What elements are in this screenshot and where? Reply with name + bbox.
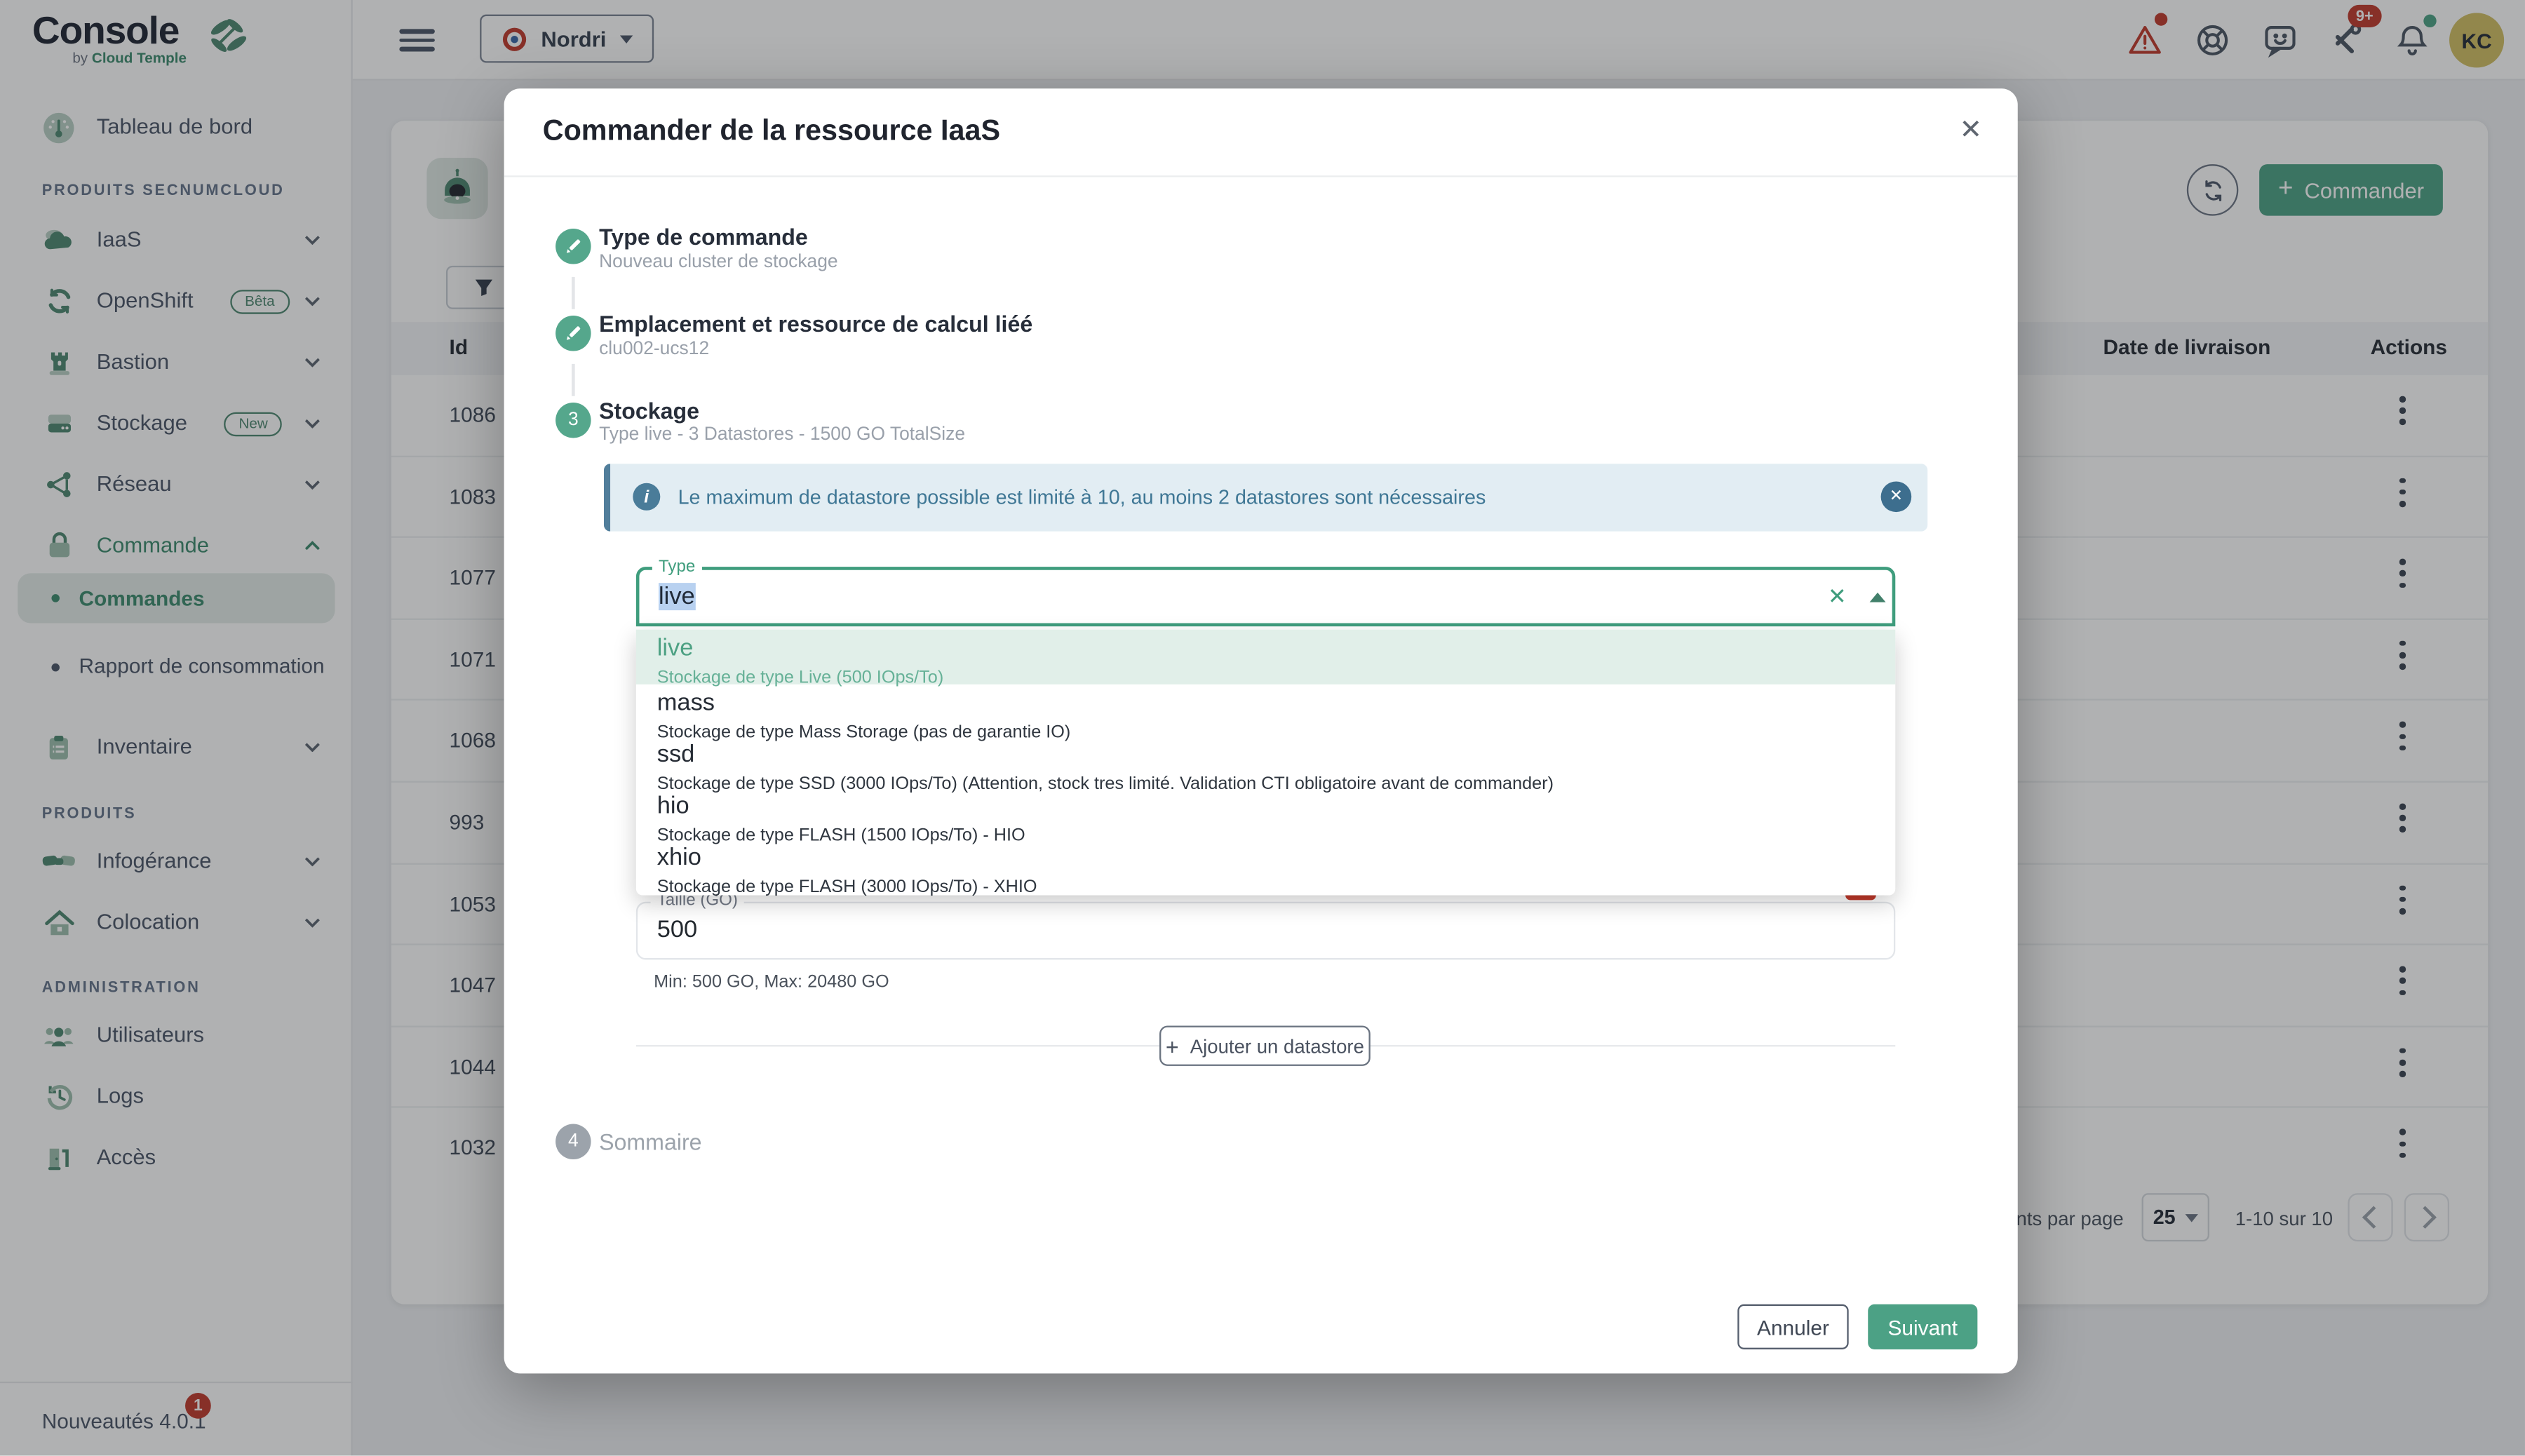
option-desc: Stockage de type Live (500 IOps/To) (657, 660, 1896, 687)
step1-indicator (556, 229, 591, 264)
option-name: ssd (657, 736, 1896, 767)
info-banner-text: Le maximum de datastore possible est lim… (678, 486, 1486, 508)
step2-title: Emplacement et ressource de calcul liéé (599, 311, 1032, 337)
info-icon: i (633, 483, 660, 511)
step4-indicator: 4 (556, 1124, 591, 1160)
info-banner: i Le maximum de datastore possible est l… (604, 464, 1927, 531)
step1-subtitle: Nouveau cluster de stockage (599, 252, 838, 272)
order-iaas-modal: Commander de la ressource IaaS ✕ Type de… (504, 88, 2018, 1373)
step3-subtitle: Type live - 3 Datastores - 1500 GO Total… (599, 425, 965, 445)
step4-title: Sommaire (599, 1128, 701, 1154)
next-button[interactable]: Suivant (1868, 1305, 1977, 1349)
step-connector (572, 277, 574, 309)
size-field-value: 500 (657, 916, 697, 943)
option-ssd[interactable]: ssd Stockage de type SSD (3000 IOps/To) … (636, 736, 1895, 787)
option-name: hio (657, 788, 1896, 818)
type-field-value: live (659, 583, 695, 610)
step2-indicator (556, 316, 591, 351)
modal-header: Commander de la ressource IaaS ✕ (504, 88, 2018, 177)
pencil-icon (564, 236, 584, 256)
type-options-listbox: live Stockage de type Live (500 IOps/To)… (636, 630, 1895, 896)
app-root: Nordri 9+ KC Con (0, 0, 2525, 1455)
size-input[interactable]: Taille (GO) 500 (636, 902, 1895, 960)
option-live[interactable]: live Stockage de type Live (500 IOps/To) (636, 630, 1895, 685)
option-mass[interactable]: mass Stockage de type Mass Storage (pas … (636, 685, 1895, 736)
step-connector (572, 364, 574, 396)
step2-subtitle: clu002-ucs12 (599, 339, 709, 359)
step3-indicator: 3 (556, 403, 591, 438)
add-datastore-label: Ajouter un datastore (1190, 1034, 1364, 1057)
pencil-icon (564, 323, 584, 343)
chevron-up-icon[interactable] (1870, 593, 1886, 602)
step4-number: 4 (568, 1132, 579, 1152)
size-helper-text: Min: 500 GO, Max: 20480 GO (654, 973, 889, 992)
option-hio[interactable]: hio Stockage de type FLASH (1500 IOps/To… (636, 788, 1895, 839)
option-name: mass (657, 685, 1896, 715)
cancel-button[interactable]: Annuler (1737, 1305, 1848, 1349)
close-icon[interactable]: ✕ (1960, 114, 1983, 147)
option-name: live (657, 630, 1896, 661)
step1-title: Type de commande (599, 224, 808, 250)
step3-number: 3 (568, 410, 579, 430)
step3-title: Stockage (599, 398, 699, 424)
option-desc: Stockage de type FLASH (3000 IOps/To) - … (657, 870, 1896, 896)
modal-title: Commander de la ressource IaaS (543, 114, 1000, 148)
banner-close-icon[interactable]: ✕ (1881, 481, 1912, 512)
type-field-label: Type (652, 557, 702, 577)
option-xhio[interactable]: xhio Stockage de type FLASH (3000 IOps/T… (636, 839, 1895, 890)
clear-icon[interactable]: ✕ (1828, 583, 1847, 610)
type-combobox[interactable]: Type live ✕ (636, 567, 1895, 626)
option-name: xhio (657, 839, 1896, 870)
add-datastore-button[interactable]: + Ajouter un datastore (1159, 1025, 1371, 1065)
plus-icon: + (1166, 1034, 1179, 1057)
